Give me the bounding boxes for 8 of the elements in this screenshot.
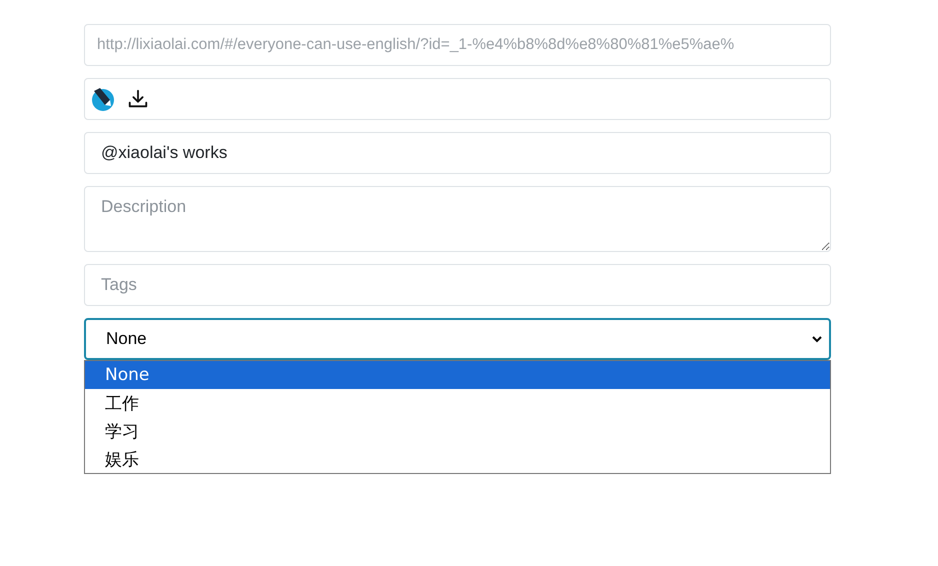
url-field[interactable]: http://lixiaolai.com/#/everyone-can-use-english/?id=_1-%e4%b8%8d%e8%80%81%e5%ae% xyxy=(84,24,831,66)
title-field[interactable]: @xiaolai's works xyxy=(84,132,831,174)
category-select[interactable]: None xyxy=(84,318,831,360)
tags-field[interactable]: Tags xyxy=(84,264,831,306)
description-field[interactable]: Description xyxy=(84,186,831,252)
download-icon[interactable] xyxy=(127,88,149,110)
highlighter-icon[interactable] xyxy=(91,87,115,111)
dropdown-option[interactable]: None xyxy=(85,361,830,389)
